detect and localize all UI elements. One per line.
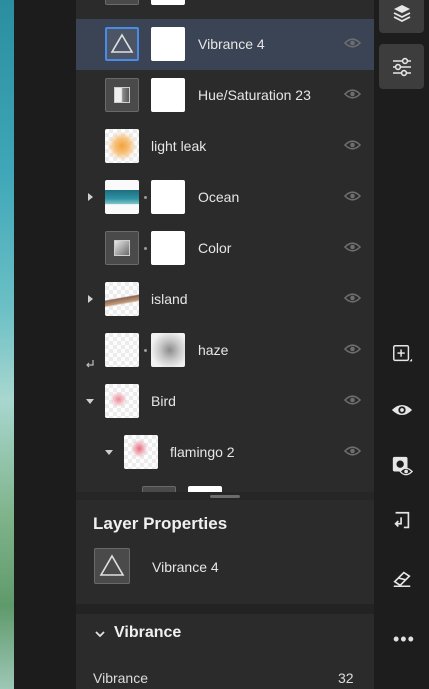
panel-splitter[interactable] <box>76 492 374 500</box>
layer-mask-thumb <box>151 78 185 112</box>
layer-row-island[interactable]: island <box>76 274 374 325</box>
layer-row-hue-saturation-23[interactable]: Hue/Saturation 23 <box>76 70 374 121</box>
vibrance-icon <box>94 548 130 584</box>
eye-icon[interactable] <box>344 343 361 355</box>
divider <box>76 604 374 614</box>
layer-name: light leak <box>151 138 207 154</box>
adjustments-icon <box>393 57 411 77</box>
layer-type-icon <box>105 0 139 5</box>
canvas-gap <box>14 0 76 689</box>
layer-row-light-leak[interactable]: light leak <box>76 121 374 172</box>
layer-mask-thumb <box>151 27 185 61</box>
layer-row-haze[interactable]: haze <box>76 325 374 376</box>
layer-name: Vibrance 4 <box>198 36 265 52</box>
layer-name: haze <box>198 342 229 358</box>
layer-row-vibrance-4[interactable]: Vibrance 4 <box>76 19 374 70</box>
canvas-preview[interactable] <box>0 0 14 689</box>
layer-thumbnail <box>105 180 139 214</box>
eye-icon[interactable] <box>344 88 361 100</box>
layers-panel: Vibrance 4 Hue/Saturation 23 light leak … <box>76 0 374 689</box>
chevron-down-icon[interactable] <box>94 628 106 640</box>
clip-layer-icon[interactable] <box>391 510 413 532</box>
hue-saturation-icon <box>105 78 139 112</box>
visibility-icon[interactable] <box>391 399 413 421</box>
properties-title: Layer Properties <box>93 514 228 533</box>
eye-icon[interactable] <box>344 190 361 202</box>
eye-icon[interactable] <box>344 394 361 406</box>
resize-grip-icon[interactable] <box>210 495 240 498</box>
link-icon <box>144 196 147 199</box>
layer-row-flamingo-2[interactable]: flamingo 2 <box>76 427 374 478</box>
layer-thumbnail <box>105 129 139 163</box>
properties-layer-name: Vibrance 4 <box>152 559 219 575</box>
layer-row-partial[interactable] <box>76 0 374 14</box>
mask-visibility-icon[interactable] <box>391 455 413 477</box>
clipping-arrow-icon <box>86 360 94 368</box>
eye-icon[interactable] <box>344 139 361 151</box>
color-fill-icon <box>105 231 139 265</box>
adjustments-button[interactable] <box>379 44 424 89</box>
vibrance-icon <box>105 27 139 61</box>
link-icon <box>144 349 147 352</box>
section-title[interactable]: Vibrance <box>114 624 181 642</box>
collapse-caret-icon[interactable] <box>86 399 94 404</box>
expand-caret-icon[interactable] <box>88 193 93 201</box>
layer-thumbnail <box>105 333 139 367</box>
layer-name: flamingo 2 <box>170 444 235 460</box>
layer-name: Ocean <box>198 189 240 205</box>
layers-button[interactable] <box>379 0 424 33</box>
vibrance-slider-label: Vibrance <box>93 670 149 686</box>
layer-name: island <box>151 291 188 307</box>
layer-thumbnail <box>105 282 139 316</box>
layer-mask-thumb <box>151 180 185 214</box>
eye-icon[interactable] <box>344 241 361 253</box>
layers-icon <box>393 5 411 23</box>
layers-list[interactable]: Vibrance 4 Hue/Saturation 23 light leak … <box>76 0 374 492</box>
layer-row-partial-bottom[interactable] <box>76 478 374 492</box>
eraser-icon[interactable] <box>391 567 413 589</box>
right-toolbar: ••• <box>374 0 429 689</box>
layer-mask-thumb <box>151 333 185 367</box>
layer-row-bird[interactable]: Bird <box>76 376 374 427</box>
layer-row-ocean[interactable]: Ocean <box>76 172 374 223</box>
link-icon <box>144 247 147 250</box>
layer-name: Color <box>198 240 232 256</box>
layer-properties-panel: Layer Properties Vibrance 4 Vibrance Vib… <box>76 500 374 689</box>
layer-mask-thumb <box>151 0 185 5</box>
layer-name: Hue/Saturation 23 <box>198 87 311 103</box>
eye-icon[interactable] <box>344 292 361 304</box>
layer-mask-thumb <box>151 231 185 265</box>
layer-name: Bird <box>151 393 176 409</box>
layer-thumbnail <box>124 435 158 469</box>
vibrance-slider-value[interactable]: 32 <box>338 670 354 686</box>
layer-row-color[interactable]: Color <box>76 223 374 274</box>
eye-icon[interactable] <box>344 445 361 457</box>
eye-icon[interactable] <box>344 37 361 49</box>
more-icon[interactable]: ••• <box>393 630 415 648</box>
layer-thumbnail <box>105 384 139 418</box>
collapse-caret-icon[interactable] <box>105 450 113 455</box>
add-layer-icon[interactable] <box>391 343 413 365</box>
expand-caret-icon[interactable] <box>88 295 93 303</box>
